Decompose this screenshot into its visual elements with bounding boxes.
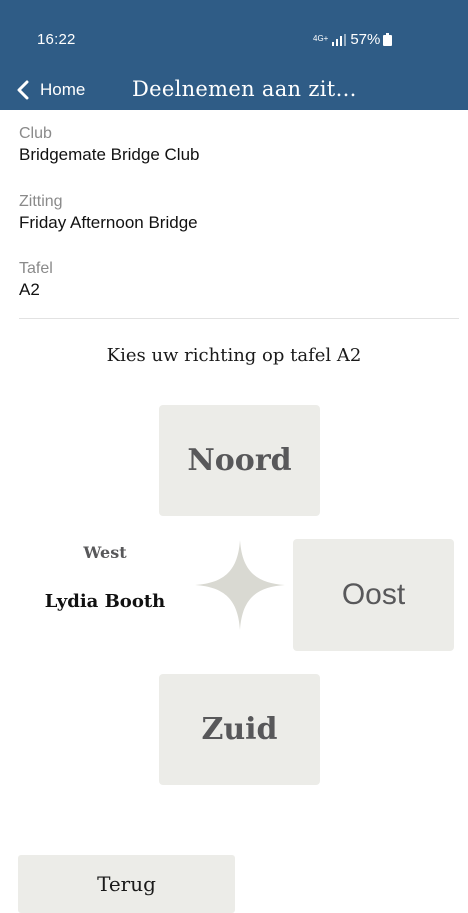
session-label: Zitting — [19, 193, 63, 210]
north-button[interactable]: Noord — [159, 405, 320, 516]
network-type: 4G+ — [313, 33, 329, 43]
chevron-left-icon — [17, 80, 29, 100]
app-bar: Home Deelnemen aan zit… — [0, 70, 468, 110]
home-back-link[interactable]: Home — [16, 76, 85, 104]
signal-icon — [332, 33, 347, 46]
compass-star-icon — [195, 540, 285, 630]
divider — [19, 318, 459, 319]
club-label: Club — [19, 125, 52, 142]
session-value: Friday Afternoon Bridge — [19, 213, 198, 232]
page-title: Deelnemen aan zit… — [132, 77, 357, 101]
back-button[interactable]: Terug — [18, 855, 235, 913]
battery-percentage: 57% — [350, 31, 381, 48]
status-bar: 16:22 4G+ 57% — [0, 0, 468, 70]
home-label: Home — [40, 80, 86, 99]
east-button[interactable]: Oost — [293, 539, 454, 651]
west-label: West — [83, 543, 127, 562]
south-button[interactable]: Zuid — [159, 674, 320, 785]
table-value: A2 — [19, 280, 40, 299]
table-info: Tafel A2 — [19, 259, 53, 300]
west-player-name: Lydia Booth — [44, 591, 166, 612]
session-info: Zitting Friday Afternoon Bridge — [19, 192, 198, 233]
status-indicators: 4G+ 57% — [313, 31, 393, 48]
club-info: Club Bridgemate Bridge Club — [19, 124, 199, 165]
status-time: 16:22 — [37, 31, 76, 48]
table-label: Tafel — [19, 260, 53, 277]
instruction-text: Kies uw richting op tafel A2 — [106, 345, 362, 366]
battery-icon — [383, 33, 393, 46]
club-value: Bridgemate Bridge Club — [19, 145, 200, 164]
